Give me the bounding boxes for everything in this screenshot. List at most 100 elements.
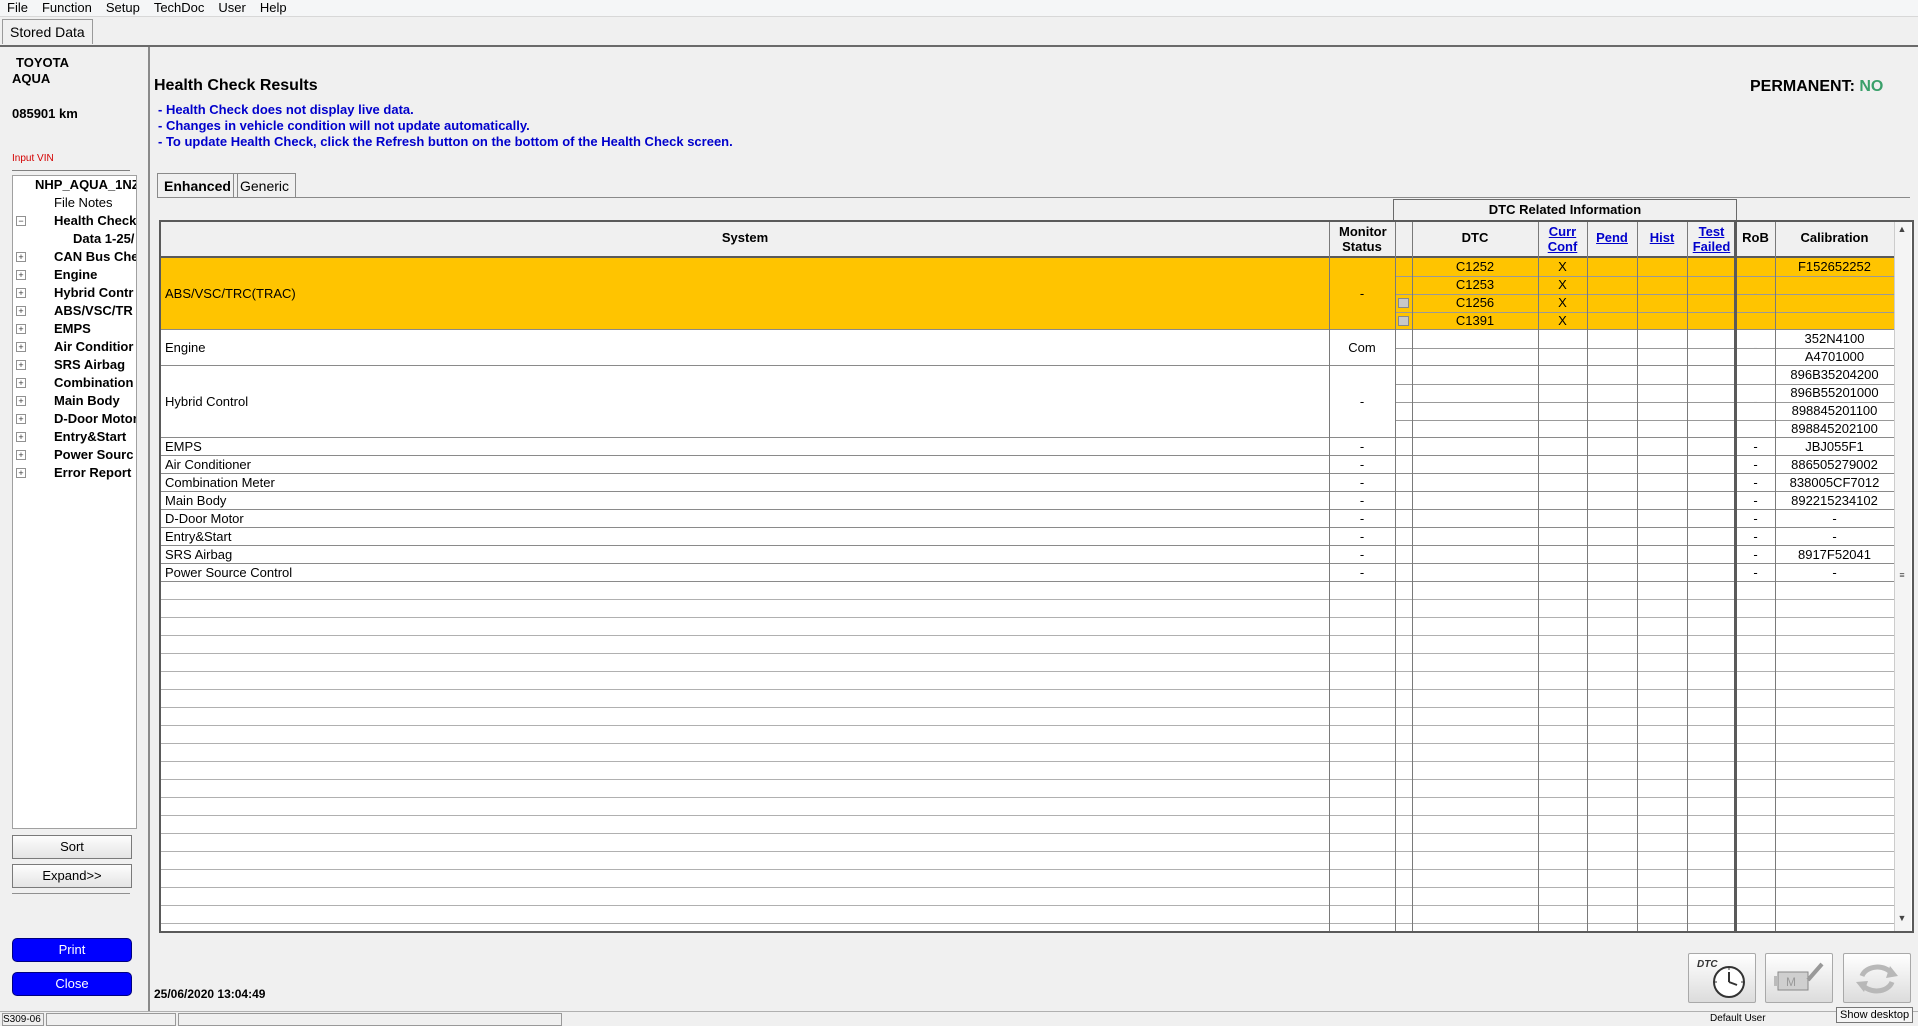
expand-icon[interactable]: + bbox=[16, 378, 26, 388]
column-divider bbox=[1329, 222, 1330, 931]
menu-bar: File Function Setup TechDoc User Help bbox=[0, 0, 1918, 17]
menu-item[interactable]: Function bbox=[35, 0, 99, 16]
system-cell: Power Source Control bbox=[165, 565, 293, 580]
collapse-icon[interactable]: − bbox=[16, 216, 26, 226]
freeze-frame-icon[interactable] bbox=[1398, 316, 1409, 326]
column-divider bbox=[1637, 222, 1638, 931]
calibration-cell bbox=[1775, 276, 1894, 294]
calibration-cell: JBJ055F1 bbox=[1805, 439, 1864, 454]
table-row[interactable] bbox=[161, 438, 1894, 456]
calibration-cell: - bbox=[1832, 565, 1837, 580]
engine-button[interactable]: M bbox=[1765, 953, 1833, 1003]
empty-row-line bbox=[161, 869, 1894, 870]
dtc-code-cell[interactable] bbox=[1412, 510, 1538, 528]
dtc-code-cell[interactable]: C1253 bbox=[1412, 276, 1538, 294]
monitor-status-cell: - bbox=[1359, 457, 1365, 472]
calibration-cell: 896B35204200 bbox=[1790, 367, 1879, 382]
dtc-code-cell[interactable]: C1256 bbox=[1412, 294, 1538, 312]
freeze-frame-icon[interactable] bbox=[1398, 298, 1409, 308]
print-button[interactable]: Print bbox=[12, 938, 132, 962]
column-header-hist[interactable]: Hist bbox=[1637, 230, 1687, 245]
dtc-code-cell[interactable] bbox=[1412, 366, 1538, 384]
dtc-clock-button[interactable]: DTC bbox=[1688, 953, 1756, 1003]
column-header-curr[interactable]: Curr Conf bbox=[1540, 224, 1586, 254]
calibration-cell: - bbox=[1832, 529, 1837, 544]
dtc-code-cell[interactable] bbox=[1412, 384, 1538, 402]
close-button[interactable]: Close bbox=[12, 972, 132, 996]
dtc-code-cell[interactable]: C1391 bbox=[1412, 312, 1538, 330]
expand-icon[interactable]: + bbox=[16, 432, 26, 442]
rob-cell: - bbox=[1753, 457, 1758, 472]
menu-item[interactable]: Setup bbox=[99, 0, 147, 16]
calibration-cell bbox=[1775, 312, 1894, 330]
scroll-grip-icon[interactable]: ≡ bbox=[1894, 570, 1910, 584]
column-divider bbox=[1734, 222, 1737, 931]
status-pane bbox=[46, 1013, 176, 1026]
dtc-code-cell[interactable] bbox=[1412, 420, 1538, 438]
rob-cell: - bbox=[1753, 493, 1758, 508]
tree-view[interactable]: NHP_AQUA_1NZ File Notes − Health Check Data … bbox=[12, 175, 137, 829]
column-header-pend[interactable]: Pend bbox=[1587, 230, 1637, 245]
monitor-status-cell: - bbox=[1359, 547, 1365, 562]
dtc-code-cell[interactable] bbox=[1412, 546, 1538, 564]
table-row[interactable] bbox=[161, 492, 1894, 510]
expand-icon[interactable]: + bbox=[16, 252, 26, 262]
expand-icon[interactable]: + bbox=[16, 324, 26, 334]
system-cell: SRS Airbag bbox=[165, 547, 233, 562]
tree-item-label: ABS/VSC/TR bbox=[54, 303, 133, 318]
table-row[interactable] bbox=[161, 528, 1894, 546]
expand-icon[interactable]: + bbox=[16, 288, 26, 298]
dtc-code-cell[interactable] bbox=[1412, 492, 1538, 510]
page-title: Health Check Results bbox=[154, 77, 318, 94]
column-header-test[interactable]: Test Failed bbox=[1689, 224, 1735, 254]
dtc-code-cell[interactable] bbox=[1412, 564, 1538, 582]
input-vin-link[interactable]: Input VIN bbox=[12, 153, 54, 164]
system-cell: Hybrid Control bbox=[165, 394, 249, 409]
menu-item[interactable]: TechDoc bbox=[147, 0, 212, 16]
menu-item[interactable]: Help bbox=[253, 0, 294, 16]
dtc-code-cell[interactable] bbox=[1412, 474, 1538, 492]
odometer: 085901 km bbox=[12, 106, 78, 121]
divider bbox=[157, 197, 1910, 198]
menu-item[interactable]: User bbox=[211, 0, 252, 16]
table-row[interactable] bbox=[161, 564, 1894, 582]
curr-conf-cell bbox=[1538, 510, 1587, 528]
expand-icon[interactable]: + bbox=[16, 270, 26, 280]
menu-item[interactable]: File bbox=[0, 0, 35, 16]
scroll-down-icon[interactable]: ▼ bbox=[1894, 913, 1910, 927]
scroll-up-icon[interactable]: ▲ bbox=[1894, 224, 1910, 238]
expand-icon[interactable]: + bbox=[16, 468, 26, 478]
dtc-code-cell[interactable] bbox=[1412, 402, 1538, 420]
table-row[interactable] bbox=[161, 510, 1894, 528]
dtc-code-cell[interactable] bbox=[1412, 348, 1538, 366]
column-header-dtc: DTC bbox=[1461, 230, 1489, 245]
dtc-code-cell[interactable]: C1252 bbox=[1412, 258, 1538, 276]
refresh-button[interactable] bbox=[1843, 953, 1911, 1003]
expand-icon[interactable]: + bbox=[16, 396, 26, 406]
expand-button[interactable]: Expand>> bbox=[12, 864, 132, 888]
table-row[interactable] bbox=[161, 474, 1894, 492]
tab-enhanced[interactable]: Enhanced bbox=[157, 173, 238, 198]
monitor-status-cell: Com bbox=[1348, 340, 1376, 355]
sort-button[interactable]: Sort bbox=[12, 835, 132, 859]
tab-generic[interactable]: Generic bbox=[233, 173, 297, 198]
dtc-code-cell[interactable] bbox=[1412, 438, 1538, 456]
table-row[interactable] bbox=[161, 546, 1894, 564]
empty-row-line bbox=[161, 689, 1894, 690]
empty-row-line bbox=[161, 653, 1894, 654]
tree-item-label: Error Report bbox=[54, 465, 132, 480]
info-message: - Changes in vehicle condition will not … bbox=[158, 118, 530, 133]
dtc-code-cell[interactable] bbox=[1412, 528, 1538, 546]
table-row[interactable] bbox=[161, 456, 1894, 474]
column-header-calibration: Calibration bbox=[1800, 230, 1869, 245]
empty-row-line bbox=[161, 635, 1894, 636]
expand-icon[interactable]: + bbox=[16, 450, 26, 460]
expand-icon[interactable]: + bbox=[16, 414, 26, 424]
dtc-code-cell[interactable] bbox=[1412, 456, 1538, 474]
expand-icon[interactable]: + bbox=[16, 360, 26, 370]
tab-stored-data[interactable]: Stored Data bbox=[2, 19, 93, 44]
expand-icon[interactable]: + bbox=[16, 342, 26, 352]
dtc-related-info-header: DTC Related Information bbox=[1393, 199, 1737, 220]
dtc-code-cell[interactable] bbox=[1412, 330, 1538, 348]
expand-icon[interactable]: + bbox=[16, 306, 26, 316]
